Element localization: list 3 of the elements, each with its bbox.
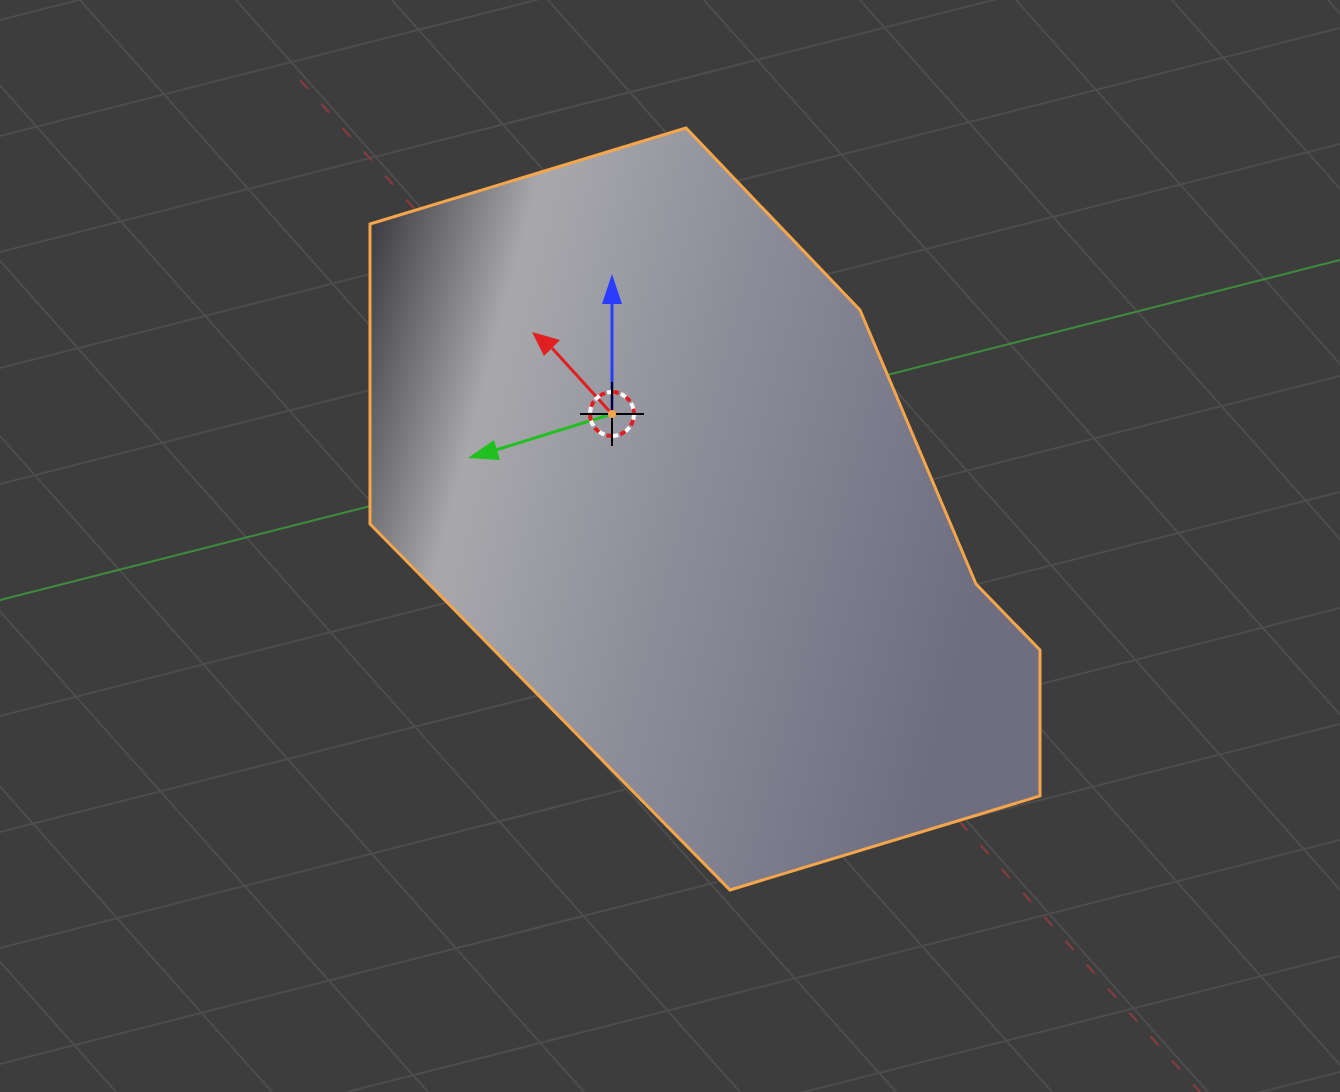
mesh-object[interactable] (368, 126, 1042, 892)
cursor-icon (579, 381, 645, 447)
transform-gizmo-drawing[interactable] (468, 274, 622, 460)
